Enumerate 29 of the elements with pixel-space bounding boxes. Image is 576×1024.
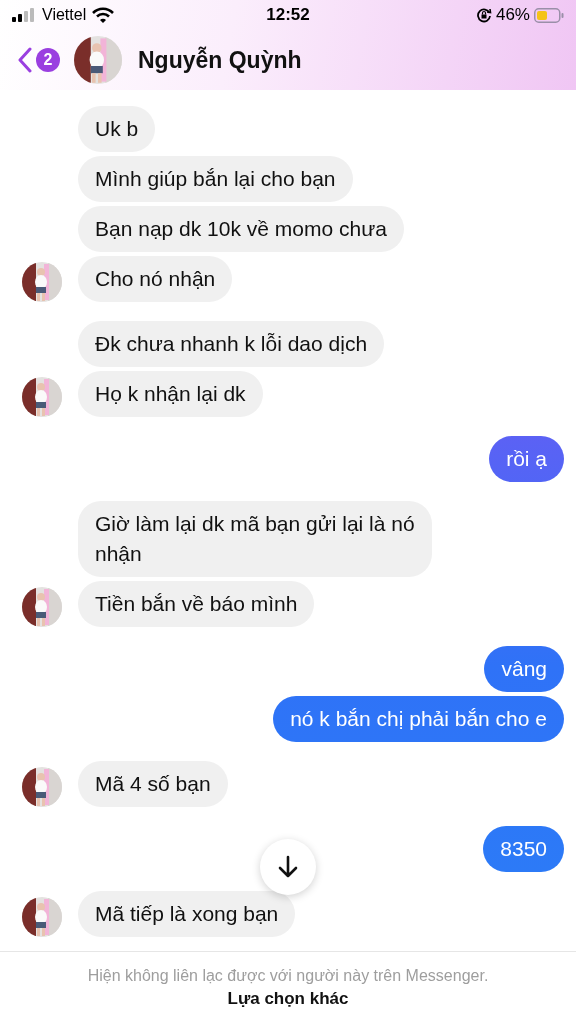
unavailable-notice: Hiện không liên lạc được với người này trên Messenger. xyxy=(87,967,489,985)
received-message: Mình giúp bắn lại cho bạn xyxy=(78,156,353,202)
other-options-link[interactable]: Lựa chọn khác xyxy=(227,989,349,1009)
received-message: Đk chưa nhanh k lỗi dao dịch xyxy=(78,321,385,367)
sent-message: 8350 xyxy=(483,826,564,872)
wifi-icon xyxy=(92,7,115,23)
rotation-lock-icon xyxy=(475,7,492,23)
received-message: Mã tiếp là xong bạn xyxy=(78,891,296,937)
battery-percent: 46% xyxy=(495,5,530,25)
received-message: Uk b xyxy=(78,106,156,152)
received-message: Bạn nạp dk 10k về momo chưa xyxy=(78,206,404,252)
sent-message: vâng xyxy=(484,646,564,692)
scroll-down-button[interactable] xyxy=(260,839,316,895)
contact-name: Nguyễn Quỳnh xyxy=(138,46,302,74)
received-message: Giờ làm lại dk mã bạn gửi lại là nó nhận xyxy=(78,501,432,577)
sent-message: rồi ạ xyxy=(489,436,564,482)
down-arrow-icon xyxy=(277,855,299,879)
received-message: Tiền bắn về báo mình xyxy=(78,581,315,627)
sent-message: nó k bắn chị phải bắn cho e xyxy=(273,696,564,742)
battery-icon xyxy=(534,7,564,23)
received-message: Họ k nhận lại dk xyxy=(78,371,263,417)
carrier-name: Viettel xyxy=(42,6,87,24)
back-button[interactable]: 2 xyxy=(18,47,60,73)
received-message: Cho nó nhận xyxy=(78,256,233,302)
signal-icon xyxy=(12,8,36,22)
back-chevron-icon xyxy=(18,47,32,73)
unread-badge: 2 xyxy=(36,48,60,72)
status-time: 12:52 xyxy=(266,5,310,25)
received-message: Mã 4 số bạn xyxy=(78,761,228,807)
